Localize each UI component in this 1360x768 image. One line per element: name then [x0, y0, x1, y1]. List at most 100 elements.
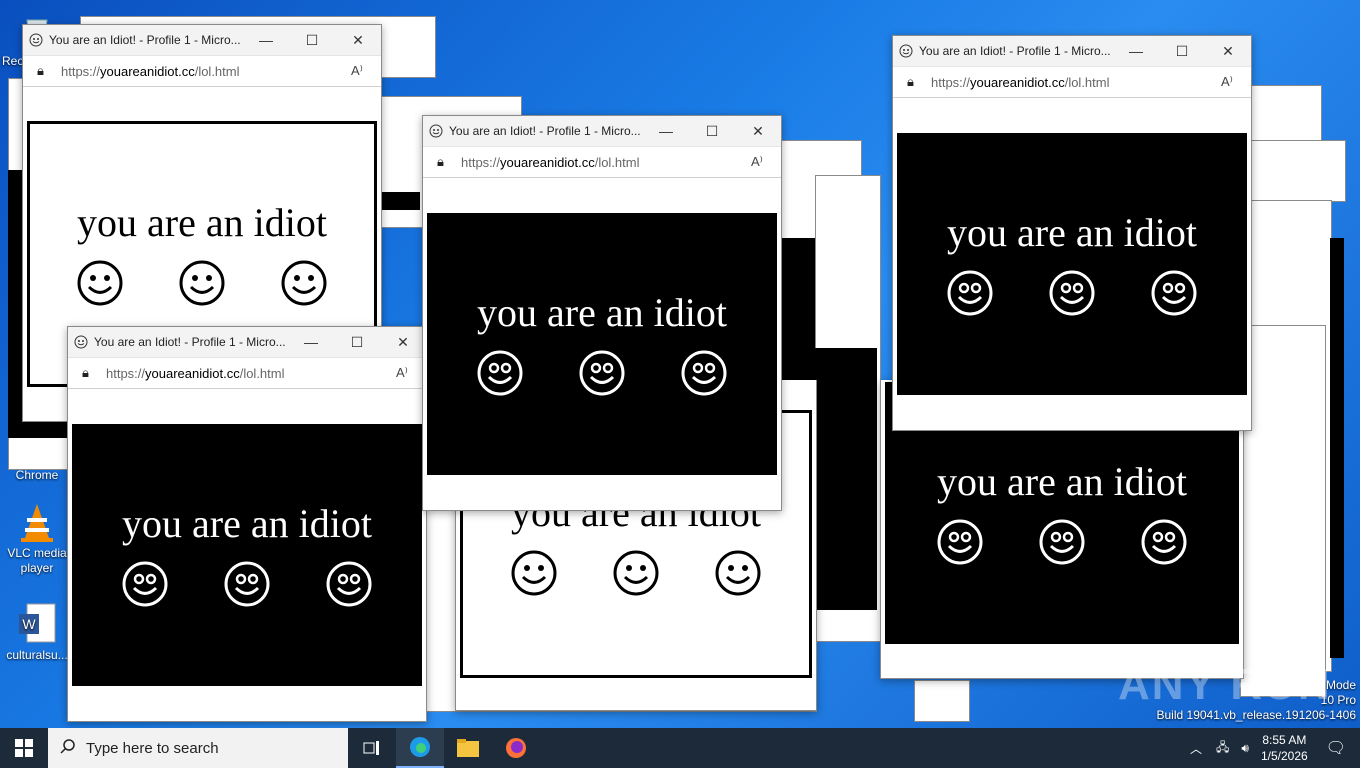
title-bar[interactable]: You are an Idiot! - Profile 1 - Micro...…	[23, 25, 381, 55]
smiley-face-icon	[937, 519, 983, 565]
smiley-face-icon	[77, 260, 123, 306]
maximize-button[interactable]: ☐	[334, 327, 380, 357]
smiley-row	[510, 549, 762, 597]
title-bar[interactable]: You are an Idiot! - Profile 1 - Micro...…	[423, 116, 781, 146]
background-window[interactable]	[1240, 325, 1326, 697]
background-window[interactable]	[1250, 140, 1346, 202]
smiley-row	[476, 349, 728, 397]
desktop-icon-chrome[interactable]: Chrome	[2, 468, 72, 483]
window-title: You are an Idiot! - Profile 1 - Micro...	[49, 33, 241, 47]
taskbar-search-box[interactable]: Type here to search	[48, 728, 348, 768]
idiot-message: you are an idiot	[477, 290, 727, 335]
background-window[interactable]	[914, 680, 970, 722]
chevron-up-icon[interactable]: ︿	[1190, 740, 1202, 757]
title-bar[interactable]: You are an Idiot! - Profile 1 - Micro...…	[893, 36, 1251, 66]
url-text: https://youareanidiot.cc/lol.html	[931, 74, 1110, 90]
idiot-message: you are an idiot	[77, 200, 327, 245]
address-bar[interactable]: 🔒︎ https://youareanidiot.cc/lol.html A⁾	[68, 357, 426, 389]
smiley-face-icon	[1151, 270, 1197, 316]
smiley-face-icon	[224, 561, 270, 607]
minimize-button[interactable]: —	[288, 327, 334, 357]
system-tray: ︿ 🖧︎ 🔊︎ 8:55 AM 1/5/2026 🗨︎	[1182, 728, 1360, 768]
smiley-favicon-icon	[899, 44, 913, 58]
address-bar[interactable]: 🔒︎ https://youareanidiot.cc/lol.html A⁾	[23, 55, 381, 87]
taskbar: Type here to search ︿ 🖧︎ 🔊︎ 8:55 AM 1/5/…	[0, 728, 1360, 768]
word-document-icon: W	[15, 602, 59, 646]
smiley-face-icon	[281, 260, 327, 306]
smiley-face-icon	[947, 270, 993, 316]
firefox-taskbar-button[interactable]	[492, 728, 540, 768]
minimize-button[interactable]: —	[243, 25, 289, 55]
smiley-face-icon	[579, 350, 625, 396]
minimize-button[interactable]: —	[643, 116, 689, 146]
window-title: You are an Idiot! - Profile 1 - Micro...	[449, 124, 641, 138]
smiley-face-icon	[1141, 519, 1187, 565]
minimize-button[interactable]: —	[1113, 36, 1159, 66]
task-view-button[interactable]	[348, 728, 396, 768]
title-bar[interactable]: You are an Idiot! - Profile 1 - Micro...…	[68, 327, 426, 357]
clock[interactable]: 8:55 AM 1/5/2026	[1261, 732, 1308, 764]
lock-icon: 🔒︎	[82, 365, 89, 380]
background-window-panel	[815, 348, 877, 610]
address-bar[interactable]: 🔒︎ https://youareanidiot.cc/lol.html A⁾	[423, 146, 781, 178]
svg-text:W: W	[22, 616, 36, 632]
window-title: You are an Idiot! - Profile 1 - Micro...	[919, 44, 1111, 58]
network-icon[interactable]: 🖧︎	[1216, 738, 1229, 759]
window-title: You are an Idiot! - Profile 1 - Micro...	[94, 335, 286, 349]
background-window[interactable]	[1250, 85, 1322, 147]
idiot-popup-window[interactable]: You are an Idiot! - Profile 1 - Micro...…	[892, 35, 1252, 431]
edge-taskbar-button[interactable]	[396, 728, 444, 768]
search-icon	[60, 738, 76, 758]
start-button[interactable]	[0, 728, 48, 768]
smiley-face-icon	[681, 350, 727, 396]
smiley-face-icon	[326, 561, 372, 607]
smiley-face-icon	[179, 260, 225, 306]
file-explorer-icon	[457, 739, 479, 757]
url-text: https://youareanidiot.cc/lol.html	[106, 365, 285, 381]
desktop-icon-label: culturalsu...	[6, 648, 68, 662]
lock-icon: 🔒︎	[907, 74, 914, 89]
background-window-panel	[1330, 238, 1344, 658]
idiot-popup-window[interactable]: You are an Idiot! - Profile 1 - Micro...…	[67, 326, 427, 722]
maximize-button[interactable]: ☐	[289, 25, 335, 55]
desktop-icon-label: VLC media player	[7, 546, 67, 575]
smiley-face-icon	[715, 550, 761, 596]
desktop-icon-word-doc[interactable]: W culturalsu...	[2, 602, 72, 663]
idiot-message: you are an idiot	[947, 210, 1197, 255]
background-window-panel	[380, 192, 420, 210]
lock-icon: 🔒︎	[37, 63, 44, 78]
idiot-message: you are an idiot	[937, 459, 1187, 504]
firefox-icon	[506, 738, 526, 758]
smiley-face-icon	[1049, 270, 1095, 316]
close-button[interactable]: ✕	[335, 25, 381, 55]
maximize-button[interactable]: ☐	[1159, 36, 1205, 66]
read-aloud-icon[interactable]: A⁾	[1221, 74, 1251, 90]
smiley-favicon-icon	[29, 33, 43, 47]
message-panel: you are an idiot	[72, 424, 422, 686]
desktop-icon-vlc[interactable]: VLC media player	[2, 500, 72, 576]
volume-icon[interactable]: 🔊︎	[1241, 741, 1249, 756]
close-button[interactable]: ✕	[380, 327, 426, 357]
smiley-row	[936, 518, 1188, 566]
read-aloud-icon[interactable]: A⁾	[351, 63, 381, 79]
smiley-face-icon	[122, 561, 168, 607]
smiley-favicon-icon	[429, 124, 443, 138]
idiot-popup-window[interactable]: You are an Idiot! - Profile 1 - Micro...…	[422, 115, 782, 511]
close-button[interactable]: ✕	[1205, 36, 1251, 66]
smiley-row	[946, 269, 1198, 317]
smiley-face-icon	[613, 550, 659, 596]
address-bar[interactable]: 🔒︎ https://youareanidiot.cc/lol.html A⁾	[893, 66, 1251, 98]
file-explorer-taskbar-button[interactable]	[444, 728, 492, 768]
maximize-button[interactable]: ☐	[689, 116, 735, 146]
notification-icon[interactable]: 🗨︎	[1326, 738, 1346, 758]
smiley-row	[121, 560, 373, 608]
smiley-face-icon	[477, 350, 523, 396]
smiley-row	[76, 259, 328, 307]
smiley-favicon-icon	[74, 335, 88, 349]
close-button[interactable]: ✕	[735, 116, 781, 146]
vlc-icon	[15, 500, 59, 544]
smiley-face-icon	[511, 550, 557, 596]
task-view-icon	[363, 741, 379, 755]
windows-logo-icon	[15, 739, 33, 757]
read-aloud-icon[interactable]: A⁾	[751, 154, 781, 170]
